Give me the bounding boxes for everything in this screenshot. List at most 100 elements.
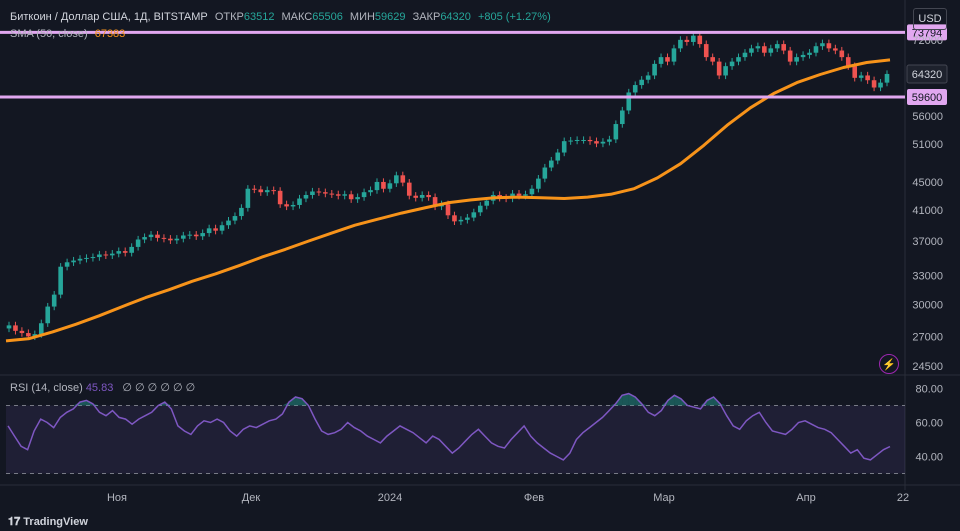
candle-body — [387, 183, 393, 189]
tradingview-logo: 𝟏𝟕 TradingView — [8, 516, 88, 529]
symbol-legend: Биткоин / Доллар США, 1Д, BITSTAMP ОТКР6… — [10, 11, 555, 23]
candle-body — [794, 57, 799, 62]
candle-body — [71, 260, 76, 263]
candle-body — [878, 82, 883, 88]
currency-button[interactable]: USD — [913, 8, 947, 30]
candle-body — [800, 54, 806, 58]
candle-body — [607, 139, 612, 142]
rsi-extras: ∅ ∅ ∅ ∅ ∅ ∅ — [122, 382, 196, 394]
candle-body — [581, 139, 586, 141]
candle-body — [697, 35, 703, 45]
candle-body — [710, 57, 715, 62]
candle-body — [600, 141, 606, 144]
candle-body — [665, 57, 670, 62]
sma-line — [5, 58, 891, 343]
candle-body — [394, 175, 399, 184]
price-tick-label: 30000 — [912, 300, 943, 312]
candle-body — [419, 194, 425, 198]
candle-body — [471, 212, 477, 218]
candle-body — [452, 215, 457, 222]
candle-body — [477, 205, 483, 213]
candle-body — [858, 75, 864, 78]
candle-body — [833, 48, 838, 51]
price-tick-label: 24500 — [912, 361, 943, 373]
candle-body — [174, 238, 180, 241]
candle-body — [13, 325, 18, 331]
candle-body — [26, 333, 31, 337]
candle-body — [200, 233, 205, 237]
rsi-tick-label: 60.00 — [915, 418, 943, 430]
candle-body — [813, 46, 819, 53]
candle-body — [658, 57, 664, 64]
candle-body — [187, 234, 193, 236]
candle-body — [529, 188, 535, 195]
candle-body — [768, 48, 774, 53]
candle-body — [161, 237, 167, 239]
chart-canvas[interactable]: 80.0060.0040.00 737945960064320 72000560… — [0, 0, 960, 531]
candle-body — [755, 46, 761, 49]
change-value: +805 (+1.27%) — [477, 11, 551, 23]
candle-body — [632, 85, 638, 93]
candle-body — [620, 110, 625, 125]
candle-body — [671, 48, 677, 62]
candle-body — [51, 294, 57, 307]
candle-body — [626, 92, 632, 111]
candle-body — [548, 160, 554, 168]
candle-body — [226, 220, 231, 226]
candle-body — [639, 79, 644, 86]
candle-body — [219, 225, 225, 231]
candle-body — [122, 251, 128, 253]
candle-body — [723, 66, 728, 76]
time-tick-label: Мар — [653, 492, 675, 504]
candle-body — [678, 39, 683, 49]
horizontal-line-label: 59600 — [912, 92, 943, 104]
candle-body — [400, 175, 406, 183]
brand-name: TradingView — [23, 516, 88, 528]
time-axis: Ноя Дек 2024 Фев Мар Апр 22 — [107, 492, 909, 504]
candle-body — [342, 194, 348, 196]
candle-body — [852, 66, 858, 78]
candle-body — [303, 194, 309, 199]
candle-body — [297, 198, 302, 205]
candle-body — [368, 190, 373, 193]
overlays: 737945960064320 — [0, 24, 948, 343]
candle-body — [587, 139, 593, 142]
time-tick-label: Дек — [242, 492, 261, 504]
candle-body — [613, 124, 619, 140]
price-tick-label: 56000 — [912, 111, 943, 123]
candle-body — [361, 192, 367, 198]
candles — [6, 32, 890, 341]
candle-body — [568, 140, 573, 142]
candle-body — [64, 262, 70, 267]
candle-body — [290, 204, 296, 207]
candle-body — [271, 190, 276, 192]
candle-body — [6, 325, 12, 329]
candle-body — [19, 330, 25, 334]
candle-body — [458, 219, 464, 222]
price-tick-label: 41000 — [912, 205, 943, 217]
candle-body — [523, 194, 528, 196]
rsi-tick-label: 80.00 — [915, 384, 943, 396]
candle-body — [84, 257, 89, 259]
candle-body — [97, 254, 102, 258]
candle-body — [865, 75, 870, 81]
price-label: 64320 — [912, 69, 943, 81]
candle-body — [168, 238, 173, 241]
candle-body — [594, 141, 599, 144]
close-value: 64320 — [440, 11, 471, 23]
candle-body — [77, 258, 83, 261]
candle-body — [516, 193, 522, 196]
candle-body — [574, 139, 580, 141]
low-label: МИН — [349, 11, 375, 23]
candle-body — [426, 194, 431, 198]
sma-label: SMA (50, close) — [10, 28, 88, 40]
lightning-icon[interactable]: ⚡ — [879, 354, 899, 374]
candle-body — [742, 52, 748, 58]
rsi-band — [6, 405, 905, 474]
candle-body — [826, 43, 832, 49]
candle-body — [193, 234, 199, 237]
candle-body — [787, 50, 793, 62]
candle-body — [103, 254, 109, 256]
candle-body — [871, 80, 877, 88]
price-tick-label: 72000 — [912, 35, 943, 47]
